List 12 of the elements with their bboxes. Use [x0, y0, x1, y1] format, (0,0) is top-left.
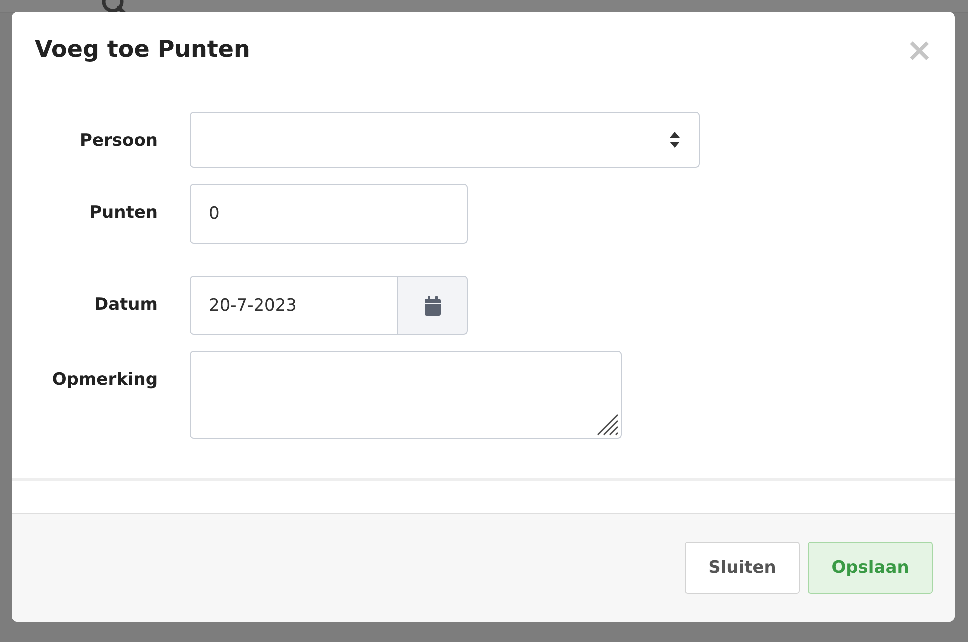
close-dialog-button[interactable]: Sluiten [685, 542, 800, 594]
field-label: Opmerking [51, 369, 158, 392]
calendar-button[interactable] [398, 276, 468, 335]
field-label: Datum [93, 294, 158, 317]
calendar-icon [424, 296, 442, 316]
window-title: Voeg toe Punten [35, 37, 250, 63]
date-field[interactable]: 20-7-2023 [190, 276, 398, 335]
field-label: Punten [88, 202, 158, 225]
field-label: Persoon [79, 130, 158, 153]
sort-caret-icon [669, 131, 681, 149]
input-field[interactable]: 0 [190, 184, 468, 244]
select-field[interactable] [190, 112, 700, 168]
